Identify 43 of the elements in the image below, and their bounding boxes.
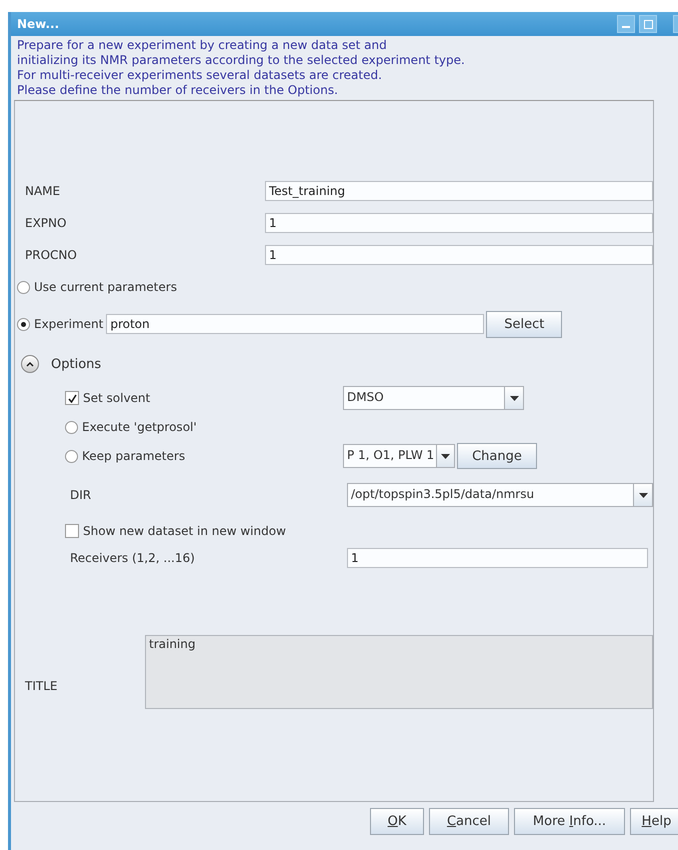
checkbox-label: Set solvent (83, 391, 152, 405)
radio-button[interactable] (65, 420, 78, 434)
caret-icon (26, 361, 34, 367)
checkbox-label: Show new dataset in new window (83, 524, 286, 538)
input-field[interactable]: 1 (265, 213, 653, 233)
minimize-icon[interactable] (617, 15, 635, 33)
checkbox[interactable] (65, 391, 79, 405)
radio-button[interactable] (65, 450, 78, 462)
dropdown[interactable]: /opt/topspin3.5pl5/data/nmrsu (347, 483, 653, 507)
radio-button[interactable] (17, 280, 30, 294)
radio-label: Experiment (34, 317, 104, 331)
section-title: Options (51, 356, 102, 372)
maximize-icon[interactable] (639, 15, 657, 33)
experiment-field[interactable]: proton (106, 314, 484, 334)
change-button[interactable]: Change (457, 443, 537, 469)
radio-label: Execute 'getprosol' (82, 420, 197, 434)
radio-label: Keep parameters (82, 449, 186, 463)
field-label: EXPNO (25, 216, 68, 230)
dialog-button[interactable]: Help (630, 808, 678, 835)
select-button[interactable]: Select (486, 310, 562, 338)
collapse-toggle[interactable] (21, 355, 39, 373)
radio-label: Use current parameters (34, 280, 177, 294)
dropdown[interactable]: P 1, O1, PLW 1 (343, 444, 455, 468)
input-field[interactable]: 1 (265, 245, 653, 265)
field-label: DIR (70, 488, 92, 502)
field-label: TITLE (25, 679, 58, 693)
input-field[interactable]: Test_training (265, 181, 653, 201)
title-text-area[interactable]: training (145, 635, 653, 709)
dialog-button[interactable]: Cancel (429, 808, 509, 835)
dropdown-arrow-icon (441, 454, 450, 458)
dialog-button[interactable]: More Info... (514, 808, 625, 835)
radio-button[interactable] (17, 318, 30, 330)
dropdown-arrow-icon (638, 492, 648, 498)
field-label: NAME (25, 184, 62, 198)
input-field[interactable]: 1 (347, 548, 648, 568)
field-label: PROCNO (25, 248, 78, 262)
window-title: New... (17, 17, 60, 31)
dropdown[interactable]: DMSO (343, 386, 524, 410)
dropdown-arrow-icon (510, 396, 518, 400)
dialog-button[interactable]: OK (370, 808, 424, 835)
checkbox[interactable] (65, 524, 79, 538)
field-label: Receivers (1,2, ...16) (70, 551, 196, 565)
instructions-text: Prepare for a new experiment by creating a new data set and initializing its NMR parameters according to the selected experiment type. For multi-receiver experiments several datasets are created. Please define the number of receivers in the Options. (16, 37, 466, 99)
